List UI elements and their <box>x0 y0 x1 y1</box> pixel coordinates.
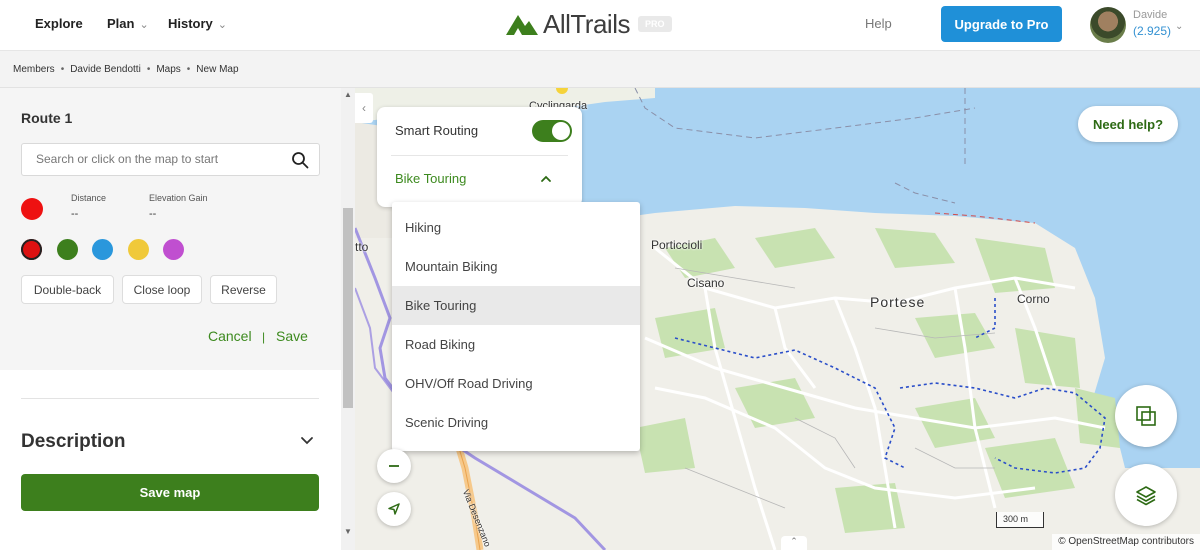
section-divider <box>21 398 319 399</box>
activity-option-ohv-driving[interactable]: OHV/Off Road Driving <box>392 364 640 403</box>
smart-routing-label: Smart Routing <box>395 123 479 138</box>
save-link[interactable]: Save <box>276 328 308 344</box>
chevron-down-icon[interactable] <box>299 433 315 449</box>
activity-option-bike-touring[interactable]: Bike Touring <box>392 286 640 325</box>
user-name[interactable]: Davide <box>1133 9 1167 21</box>
mountain-logo-icon <box>506 15 538 35</box>
cancel-link[interactable]: Cancel <box>208 328 252 344</box>
activity-option-hiking[interactable]: Hiking <box>392 208 640 247</box>
breadcrumb-members[interactable]: Members <box>13 64 55 75</box>
close-loop-button[interactable]: Close loop <box>122 275 202 304</box>
place-label-porticcioli: Porticcioli <box>651 238 703 252</box>
scroll-thumb[interactable] <box>343 208 353 408</box>
chevron-down-icon: ⌄ <box>217 19 228 31</box>
description-heading[interactable]: Description <box>21 431 126 453</box>
locate-me-button[interactable] <box>377 492 411 526</box>
help-link[interactable]: Help <box>865 16 892 31</box>
color-swatch-yellow[interactable] <box>128 239 149 260</box>
toggle-knob <box>552 122 570 140</box>
activity-option-mountain-biking[interactable]: Mountain Biking <box>392 247 640 286</box>
chevron-down-icon[interactable]: ⌄ <box>1175 21 1183 32</box>
route-title[interactable]: Route 1 <box>21 110 72 126</box>
card-divider <box>391 155 568 156</box>
activity-option-road-biking[interactable]: Road Biking <box>392 325 640 364</box>
upgrade-to-pro-button[interactable]: Upgrade to Pro <box>941 6 1062 42</box>
layers-icon <box>1136 486 1156 506</box>
nav-explore[interactable]: Explore <box>35 16 83 31</box>
link-separator: | <box>262 330 266 344</box>
minus-icon <box>389 465 399 467</box>
color-swatch-purple[interactable] <box>163 239 184 260</box>
map-scale: 300 m <box>996 512 1044 528</box>
save-map-button[interactable]: Save map <box>21 474 319 511</box>
smart-routing-toggle[interactable] <box>532 120 572 142</box>
route-search-box[interactable] <box>21 143 320 176</box>
activity-option-scenic-driving[interactable]: Scenic Driving <box>392 403 640 442</box>
breadcrumb-separator: • <box>186 64 191 75</box>
place-label-portese: Portese <box>870 294 926 310</box>
scroll-up-arrow[interactable]: ▲ <box>344 90 352 99</box>
panel-scrollbar[interactable]: ▲ ▼ <box>341 88 355 550</box>
activity-dropdown: Hiking Mountain Biking Bike Touring Road… <box>392 202 640 451</box>
zoom-out-button[interactable] <box>377 449 411 483</box>
color-swatch-green[interactable] <box>57 239 78 260</box>
color-swatch-blue[interactable] <box>92 239 113 260</box>
nav-history[interactable]: History ⌄ <box>168 16 227 31</box>
route-editor: Route 1 Distance -- Elevation Gain -- Do… <box>0 88 341 370</box>
top-navigation: Explore Plan ⌄ History ⌄ AllTrails PRO Hel… <box>0 0 1200 51</box>
route-color-indicator <box>21 198 43 220</box>
chevron-down-icon: ⌄ <box>139 19 149 31</box>
place-label-corno: Corno <box>1017 292 1050 306</box>
avatar[interactable] <box>1090 7 1126 43</box>
place-label-cisano: Cisano <box>687 276 725 290</box>
breadcrumb-bar: Members • Davide Bendotti • Maps • New M… <box>0 51 1200 88</box>
place-label-partial: tto <box>355 240 369 254</box>
logo-text: AllTrails <box>543 8 630 39</box>
route-search-input[interactable] <box>36 152 286 166</box>
breadcrumb: Members • Davide Bendotti • Maps • New M… <box>13 64 239 75</box>
breadcrumb-user[interactable]: Davide Bendotti <box>70 64 141 75</box>
expand-handle[interactable]: ⌃ <box>781 536 807 550</box>
pro-badge: PRO <box>637 16 672 32</box>
breadcrumb-maps[interactable]: Maps <box>156 64 180 75</box>
breadcrumb-separator: • <box>60 64 65 75</box>
elevation-gain-label: Elevation Gain <box>149 193 208 203</box>
navigation-arrow-icon <box>388 503 400 515</box>
search-icon[interactable] <box>291 151 309 169</box>
distance-value: -- <box>71 208 79 220</box>
chevron-up-icon[interactable] <box>540 173 552 185</box>
map-layers-toggle-button[interactable] <box>1115 385 1177 447</box>
map-canvas[interactable]: Porticcioli Cisano Portese Corno Cycling… <box>355 88 1200 550</box>
reverse-button[interactable]: Reverse <box>210 275 277 304</box>
need-help-button[interactable]: Need help? <box>1078 106 1178 142</box>
elevation-gain-value: -- <box>149 208 157 220</box>
distance-label: Distance <box>71 193 107 203</box>
breadcrumb-separator: • <box>146 64 151 75</box>
activity-select[interactable]: Bike Touring <box>395 171 466 186</box>
user-points[interactable]: (2.925) <box>1133 24 1171 38</box>
map-attribution[interactable]: © OpenStreetMap contributors <box>1052 534 1200 550</box>
routing-card: Smart Routing Bike Touring <box>377 107 582 207</box>
map-layers-button[interactable] <box>1115 464 1177 526</box>
nav-plan[interactable]: Plan ⌄ <box>107 16 149 31</box>
double-back-button[interactable]: Double-back <box>21 275 114 304</box>
route-panel: Route 1 Distance -- Elevation Gain -- Do… <box>0 88 341 550</box>
alltrails-logo[interactable]: AllTrails PRO <box>505 8 672 40</box>
collapse-panel-tab[interactable]: ‹ <box>355 93 373 123</box>
color-swatch-red[interactable] <box>21 239 42 260</box>
scroll-down-arrow[interactable]: ▼ <box>344 527 352 536</box>
breadcrumb-current: New Map <box>196 64 239 75</box>
overlay-squares-icon <box>1136 406 1156 426</box>
